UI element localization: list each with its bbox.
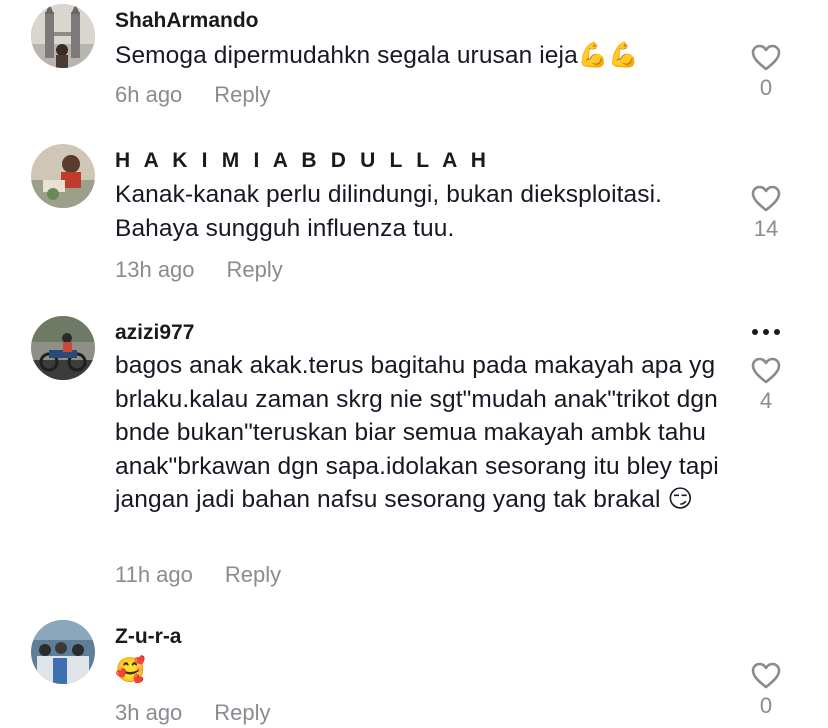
- heart-outline-icon[interactable]: [751, 357, 781, 384]
- comment-text-content: 🥰: [115, 655, 146, 684]
- avatar[interactable]: [31, 144, 95, 208]
- comment-time: 11h ago: [115, 562, 193, 587]
- comment-meta: 6h ago Reply: [115, 82, 271, 108]
- reply-button[interactable]: Reply: [214, 700, 270, 725]
- avatar[interactable]: [31, 4, 95, 68]
- like-count: 0: [759, 693, 773, 718]
- more-options-icon[interactable]: [748, 322, 784, 342]
- comment-username[interactable]: Z-u-r-a: [115, 625, 182, 649]
- heart-outline-icon[interactable]: [751, 185, 781, 212]
- avatar[interactable]: [31, 316, 95, 380]
- comment-text-content: Semoga dipermudahkn segala urusan ieja💪💪: [115, 42, 640, 69]
- comment-text: Semoga dipermudahkn segala urusan ieja💪💪: [115, 39, 725, 73]
- reply-button[interactable]: Reply: [225, 562, 281, 587]
- like-count: 4: [759, 388, 773, 413]
- comment-username[interactable]: H A K I M I A B D U L L A H: [115, 149, 490, 173]
- like-count: 14: [753, 216, 779, 241]
- comment-meta: 11h ago Reply: [115, 562, 281, 588]
- comment-username[interactable]: azizi977: [115, 321, 194, 345]
- comment-meta: 3h ago Reply: [115, 700, 271, 726]
- more-dot: [774, 329, 780, 335]
- reply-button[interactable]: Reply: [227, 257, 283, 282]
- heart-outline-icon[interactable]: [751, 44, 781, 71]
- avatar[interactable]: [31, 620, 95, 684]
- comment-username[interactable]: ShahArmando: [115, 9, 259, 33]
- more-dot: [752, 329, 758, 335]
- comment-text: bagos anak akak.terus bagitahu pada maka…: [115, 349, 725, 517]
- like-button[interactable]: 4: [748, 357, 784, 414]
- comment-text: 🥰: [115, 653, 725, 688]
- like-count: 0: [759, 75, 773, 100]
- comment-time: 3h ago: [115, 700, 183, 725]
- comment-text-content: bagos anak akak.terus bagitahu pada maka…: [115, 352, 719, 513]
- like-button[interactable]: 14: [748, 185, 784, 242]
- comment-meta: 13h ago Reply: [115, 257, 283, 283]
- like-button[interactable]: 0: [748, 662, 784, 719]
- comment-text-content: Kanak-kanak perlu dilindungi, bukan diek…: [115, 181, 663, 242]
- more-dot: [763, 329, 769, 335]
- heart-outline-icon[interactable]: [751, 662, 781, 689]
- comment-text: Kanak-kanak perlu dilindungi, bukan diek…: [115, 178, 725, 245]
- reply-button[interactable]: Reply: [214, 82, 270, 107]
- comment-time: 13h ago: [115, 257, 195, 282]
- comment-time: 6h ago: [115, 82, 183, 107]
- like-button[interactable]: 0: [748, 44, 784, 101]
